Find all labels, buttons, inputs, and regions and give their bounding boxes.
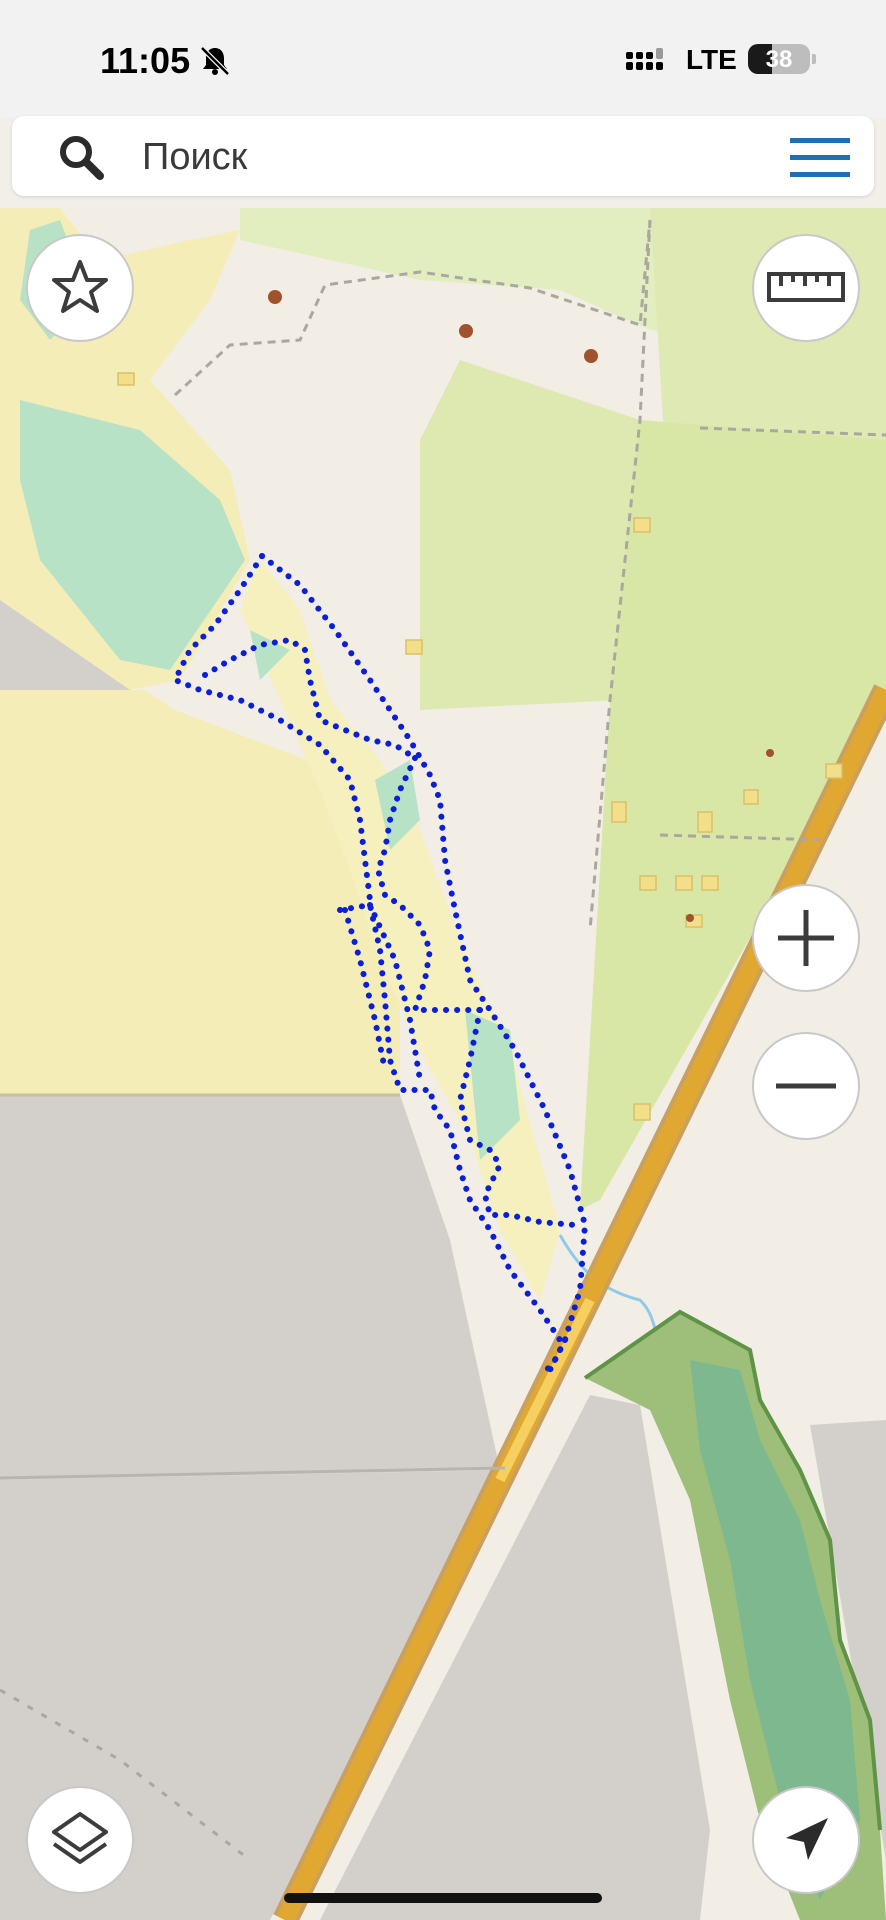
status-time: 11:05 (100, 40, 191, 81)
search-bar (12, 116, 874, 196)
layers-icon (52, 1812, 108, 1864)
navigation-arrow-icon (786, 1818, 828, 1860)
layers-button[interactable] (26, 1786, 134, 1894)
network-type: LTE (686, 44, 737, 75)
farmland-area (420, 360, 640, 710)
home-indicator (284, 1893, 602, 1903)
battery-level: 38 (765, 46, 793, 73)
battery-indicator: 38 (748, 44, 810, 74)
zoom-out-button[interactable] (752, 1032, 860, 1140)
battery-cap (812, 54, 816, 64)
ruler-button[interactable] (752, 234, 860, 342)
map-canvas[interactable] (0, 208, 886, 1920)
ruler-icon (767, 272, 845, 302)
locate-button[interactable] (752, 1786, 860, 1894)
bell-slash-icon (200, 46, 230, 76)
zoom-in-button[interactable] (752, 884, 860, 992)
plus-icon (778, 910, 834, 966)
cellular-signal-icon (626, 48, 663, 70)
hamburger-menu-icon[interactable] (788, 136, 852, 180)
star-icon (52, 260, 108, 313)
search-input[interactable] (140, 130, 764, 184)
status-bar: 11:05 LTE 38 (0, 0, 886, 118)
favorites-button[interactable] (26, 234, 134, 342)
search-icon[interactable] (54, 132, 110, 182)
minus-icon (776, 1083, 836, 1089)
